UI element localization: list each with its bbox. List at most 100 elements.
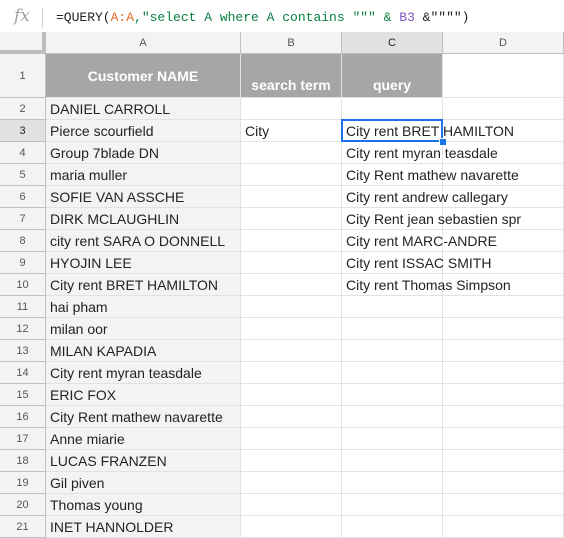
cell-a5[interactable]: maria muller [46,164,241,186]
cell-d14[interactable] [443,362,564,384]
row-header-20[interactable]: 20 [0,494,46,516]
row-header-19[interactable]: 19 [0,472,46,494]
cell-d2[interactable] [443,98,564,120]
cell-b20[interactable] [241,494,342,516]
cell-c17[interactable] [342,428,443,450]
cell-a11[interactable]: hai pham [46,296,241,318]
row-header-2[interactable]: 2 [0,98,46,120]
formula-input[interactable]: =QUERY(A:A,"select A where A contains ""… [56,10,469,25]
header-cell-a[interactable]: Customer NAME [46,54,241,98]
row-header-5[interactable]: 5 [0,164,46,186]
row-header-1[interactable]: 1 [0,54,46,98]
cell-c4[interactable]: City rent myran teasdale [342,142,498,164]
cell-a7[interactable]: DIRK MCLAUGHLIN [46,208,241,230]
row-header-8[interactable]: 8 [0,230,46,252]
cell-d16[interactable] [443,406,564,428]
row-header-7[interactable]: 7 [0,208,46,230]
cell-c20[interactable] [342,494,443,516]
cell-a14[interactable]: City rent myran teasdale [46,362,241,384]
cell-c7[interactable]: City Rent jean sebastien spr [342,208,521,230]
cell-b14[interactable] [241,362,342,384]
row-header-16[interactable]: 16 [0,406,46,428]
cell-a8[interactable]: city rent SARA O DONNELL [46,230,241,252]
row-header-15[interactable]: 15 [0,384,46,406]
row-header-10[interactable]: 10 [0,274,46,296]
cell-c16[interactable] [342,406,443,428]
cell-a19[interactable]: Gil piven [46,472,241,494]
cell-a6[interactable]: SOFIE VAN ASSCHE [46,186,241,208]
cell-a12[interactable]: milan oor [46,318,241,340]
row-header-17[interactable]: 17 [0,428,46,450]
cell-a9[interactable]: HYOJIN LEE [46,252,241,274]
column-header-b[interactable]: B [241,32,342,54]
cell-c9[interactable]: City rent ISSAC SMITH [342,252,491,274]
row-header-18[interactable]: 18 [0,450,46,472]
cell-c18[interactable] [342,450,443,472]
cell-b16[interactable] [241,406,342,428]
cell-d20[interactable] [443,494,564,516]
column-header-a[interactable]: A [46,32,241,54]
cell-b6[interactable] [241,186,342,208]
cell-d13[interactable] [443,340,564,362]
row-header-21[interactable]: 21 [0,516,46,538]
cell-b19[interactable] [241,472,342,494]
cell-c8[interactable]: City rent MARC-ANDRE [342,230,497,252]
header-cell-d[interactable] [443,54,564,98]
header-cell-b[interactable]: search term [241,54,342,98]
cell-b12[interactable] [241,318,342,340]
cell-b8[interactable] [241,230,342,252]
row-header-4[interactable]: 4 [0,142,46,164]
cell-b4[interactable] [241,142,342,164]
cell-a17[interactable]: Anne miarie [46,428,241,450]
cell-c15[interactable] [342,384,443,406]
cell-c5[interactable]: City Rent mathew navarette [342,164,519,186]
cell-c19[interactable] [342,472,443,494]
cell-a21[interactable]: INET HANNOLDER [46,516,241,538]
cell-a10[interactable]: City rent BRET HAMILTON [46,274,241,296]
cell-b9[interactable] [241,252,342,274]
cell-a18[interactable]: LUCAS FRANZEN [46,450,241,472]
cell-b10[interactable] [241,274,342,296]
row-header-13[interactable]: 13 [0,340,46,362]
cell-c14[interactable] [342,362,443,384]
cell-d21[interactable] [443,516,564,538]
cell-b13[interactable] [241,340,342,362]
cell-a20[interactable]: Thomas young [46,494,241,516]
cell-b5[interactable] [241,164,342,186]
cell-a16[interactable]: City Rent mathew navarette [46,406,241,428]
cell-b18[interactable] [241,450,342,472]
cell-d19[interactable] [443,472,564,494]
cell-b2[interactable] [241,98,342,120]
cell-c12[interactable] [342,318,443,340]
row-header-3[interactable]: 3 [0,120,46,142]
cell-a15[interactable]: ERIC FOX [46,384,241,406]
cell-c11[interactable] [342,296,443,318]
row-header-11[interactable]: 11 [0,296,46,318]
cell-c10[interactable]: City rent Thomas Simpson [342,274,511,296]
column-header-c[interactable]: C [342,32,443,54]
cell-b3[interactable]: City [241,120,342,142]
cell-c2[interactable] [342,98,443,120]
cell-a4[interactable]: Group 7blade DN [46,142,241,164]
cell-d12[interactable] [443,318,564,340]
cell-d15[interactable] [443,384,564,406]
row-header-12[interactable]: 12 [0,318,46,340]
cell-c21[interactable] [342,516,443,538]
select-all-corner[interactable] [0,32,46,54]
cell-d11[interactable] [443,296,564,318]
row-header-14[interactable]: 14 [0,362,46,384]
column-header-d[interactable]: D [443,32,564,54]
header-cell-c[interactable]: query [342,54,443,98]
row-header-9[interactable]: 9 [0,252,46,274]
cell-d17[interactable] [443,428,564,450]
cell-c13[interactable] [342,340,443,362]
cell-a3[interactable]: Pierce scourfield [46,120,241,142]
cell-a2[interactable]: DANIEL CARROLL [46,98,241,120]
cell-b7[interactable] [241,208,342,230]
cell-b17[interactable] [241,428,342,450]
row-header-6[interactable]: 6 [0,186,46,208]
fill-handle[interactable] [439,138,447,146]
cell-d18[interactable] [443,450,564,472]
cell-c6[interactable]: City rent andrew callegary [342,186,508,208]
cell-b15[interactable] [241,384,342,406]
